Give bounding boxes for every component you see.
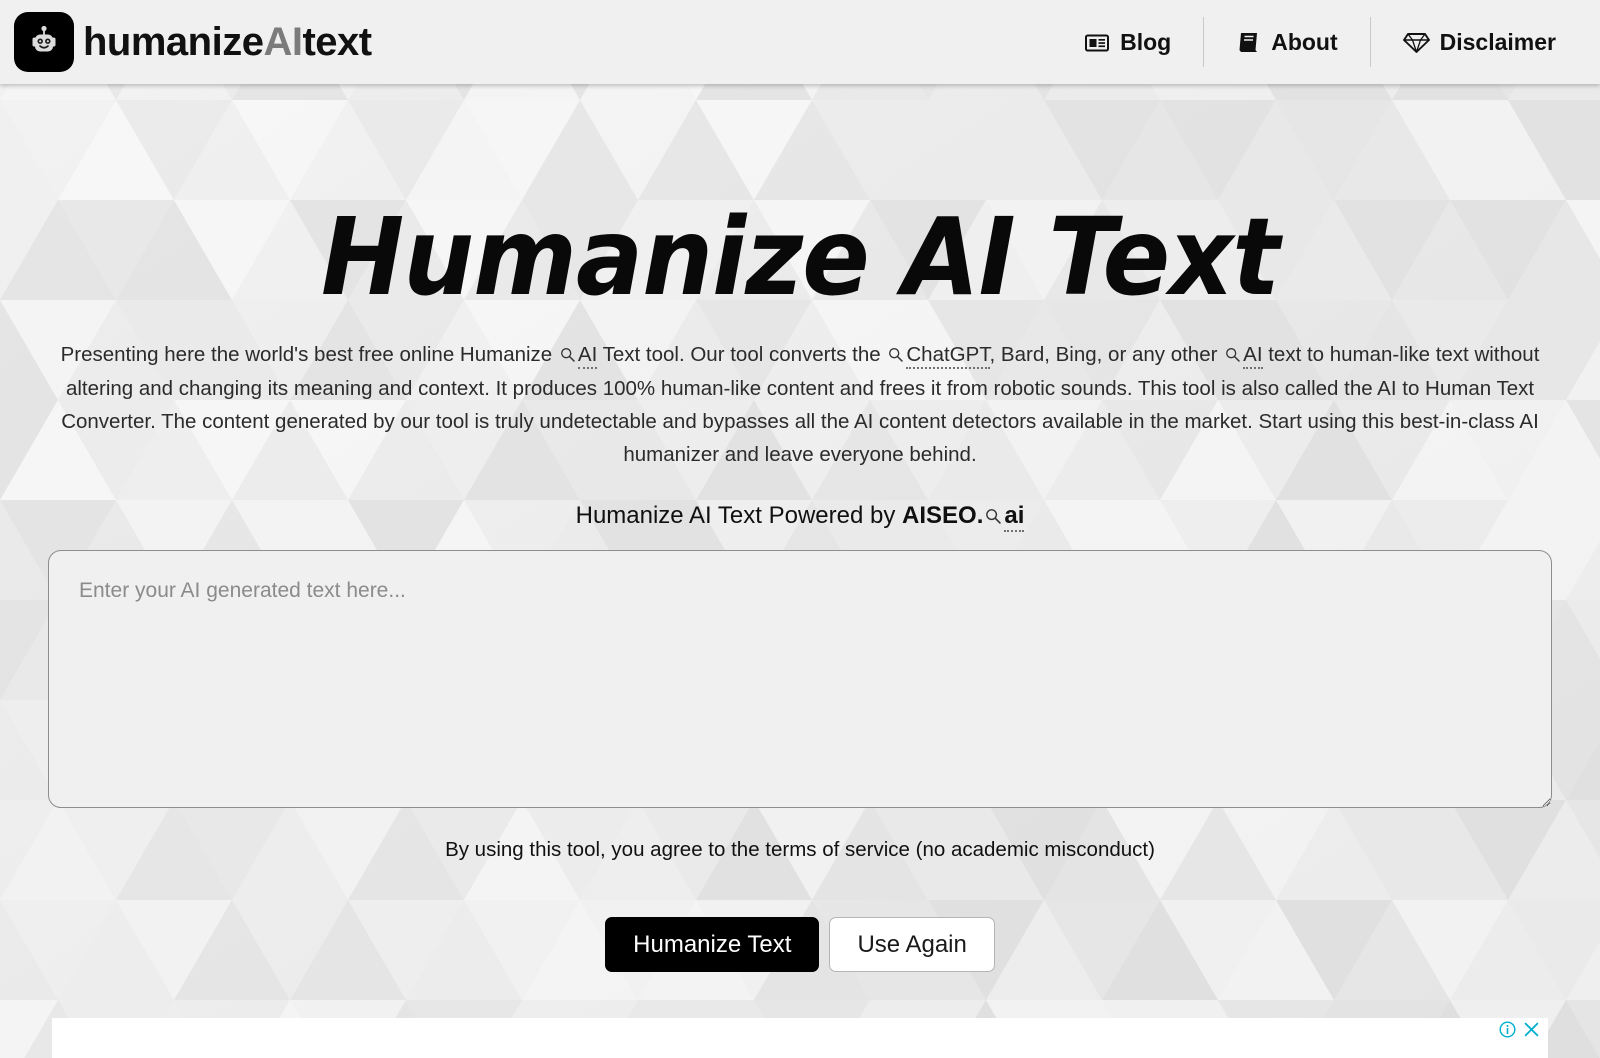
main-nav: Blog About Disclaimer [1053,15,1588,69]
textarea-wrapper [48,549,1552,808]
use-again-button[interactable]: Use Again [829,916,995,973]
brand-part-2: AI [263,20,303,64]
nav-label-about: About [1271,28,1338,55]
terms-notice: By using this tool, you agree to the ter… [445,837,1155,861]
nav-item-about[interactable]: About [1204,29,1369,56]
search-icon [1225,339,1240,372]
book-icon [1236,31,1261,53]
brand-logo[interactable]: humanizeAItext [14,12,372,72]
nav-item-disclaimer[interactable]: Disclaimer [1371,29,1588,56]
nav-item-blog[interactable]: Blog [1053,29,1203,56]
nav-label-disclaimer: Disclaimer [1439,28,1556,55]
powered-by-line: Humanize AI Text Powered by AISEO. ai [32,500,1568,533]
powered-prefix: Humanize AI Text Powered by [575,502,896,530]
humanize-text-button[interactable]: Humanize Text [605,916,820,973]
intro-link-ai-1[interactable]: AI [577,343,598,370]
diamond-icon [1402,31,1430,54]
intro-paragraph: Presenting here the world's best free on… [32,338,1568,471]
intro-link-ai-2[interactable]: AI [1243,343,1263,370]
robot-icon [14,12,74,72]
search-icon [985,501,1002,532]
info-icon[interactable] [1499,1021,1516,1038]
intro-text-3: , Bard, Bing, or any other [989,343,1218,367]
action-buttons: Humanize Text Use Again [32,916,1568,973]
nav-label-blog: Blog [1120,28,1172,55]
search-icon [560,339,575,372]
intro-text-1: Presenting here the world's best free on… [60,343,553,367]
newspaper-icon [1085,32,1110,53]
brand-part-3: text [302,20,372,64]
powered-link-ai[interactable]: ai [1004,502,1025,533]
search-icon [888,339,904,372]
page-root: humanizeAItext Blog About Disclaimer Hum… [0,0,1600,1058]
powered-brand: AISEO. [902,502,984,530]
intro-link-chatgpt[interactable]: ChatGPT [906,343,990,370]
main-content: Humanize AI Text Presenting here the wor… [0,84,1600,973]
brand-wordmark: humanizeAItext [83,22,372,62]
brand-part-1: humanize [83,20,264,64]
ai-text-input[interactable] [48,549,1552,808]
page-title: Humanize AI Text [320,196,1280,320]
site-header: humanizeAItext Blog About Disclaimer [0,0,1600,84]
close-icon[interactable] [1523,1021,1540,1038]
ad-banner [52,1018,1548,1058]
intro-text-2: Text tool. Our tool converts the [602,343,881,367]
